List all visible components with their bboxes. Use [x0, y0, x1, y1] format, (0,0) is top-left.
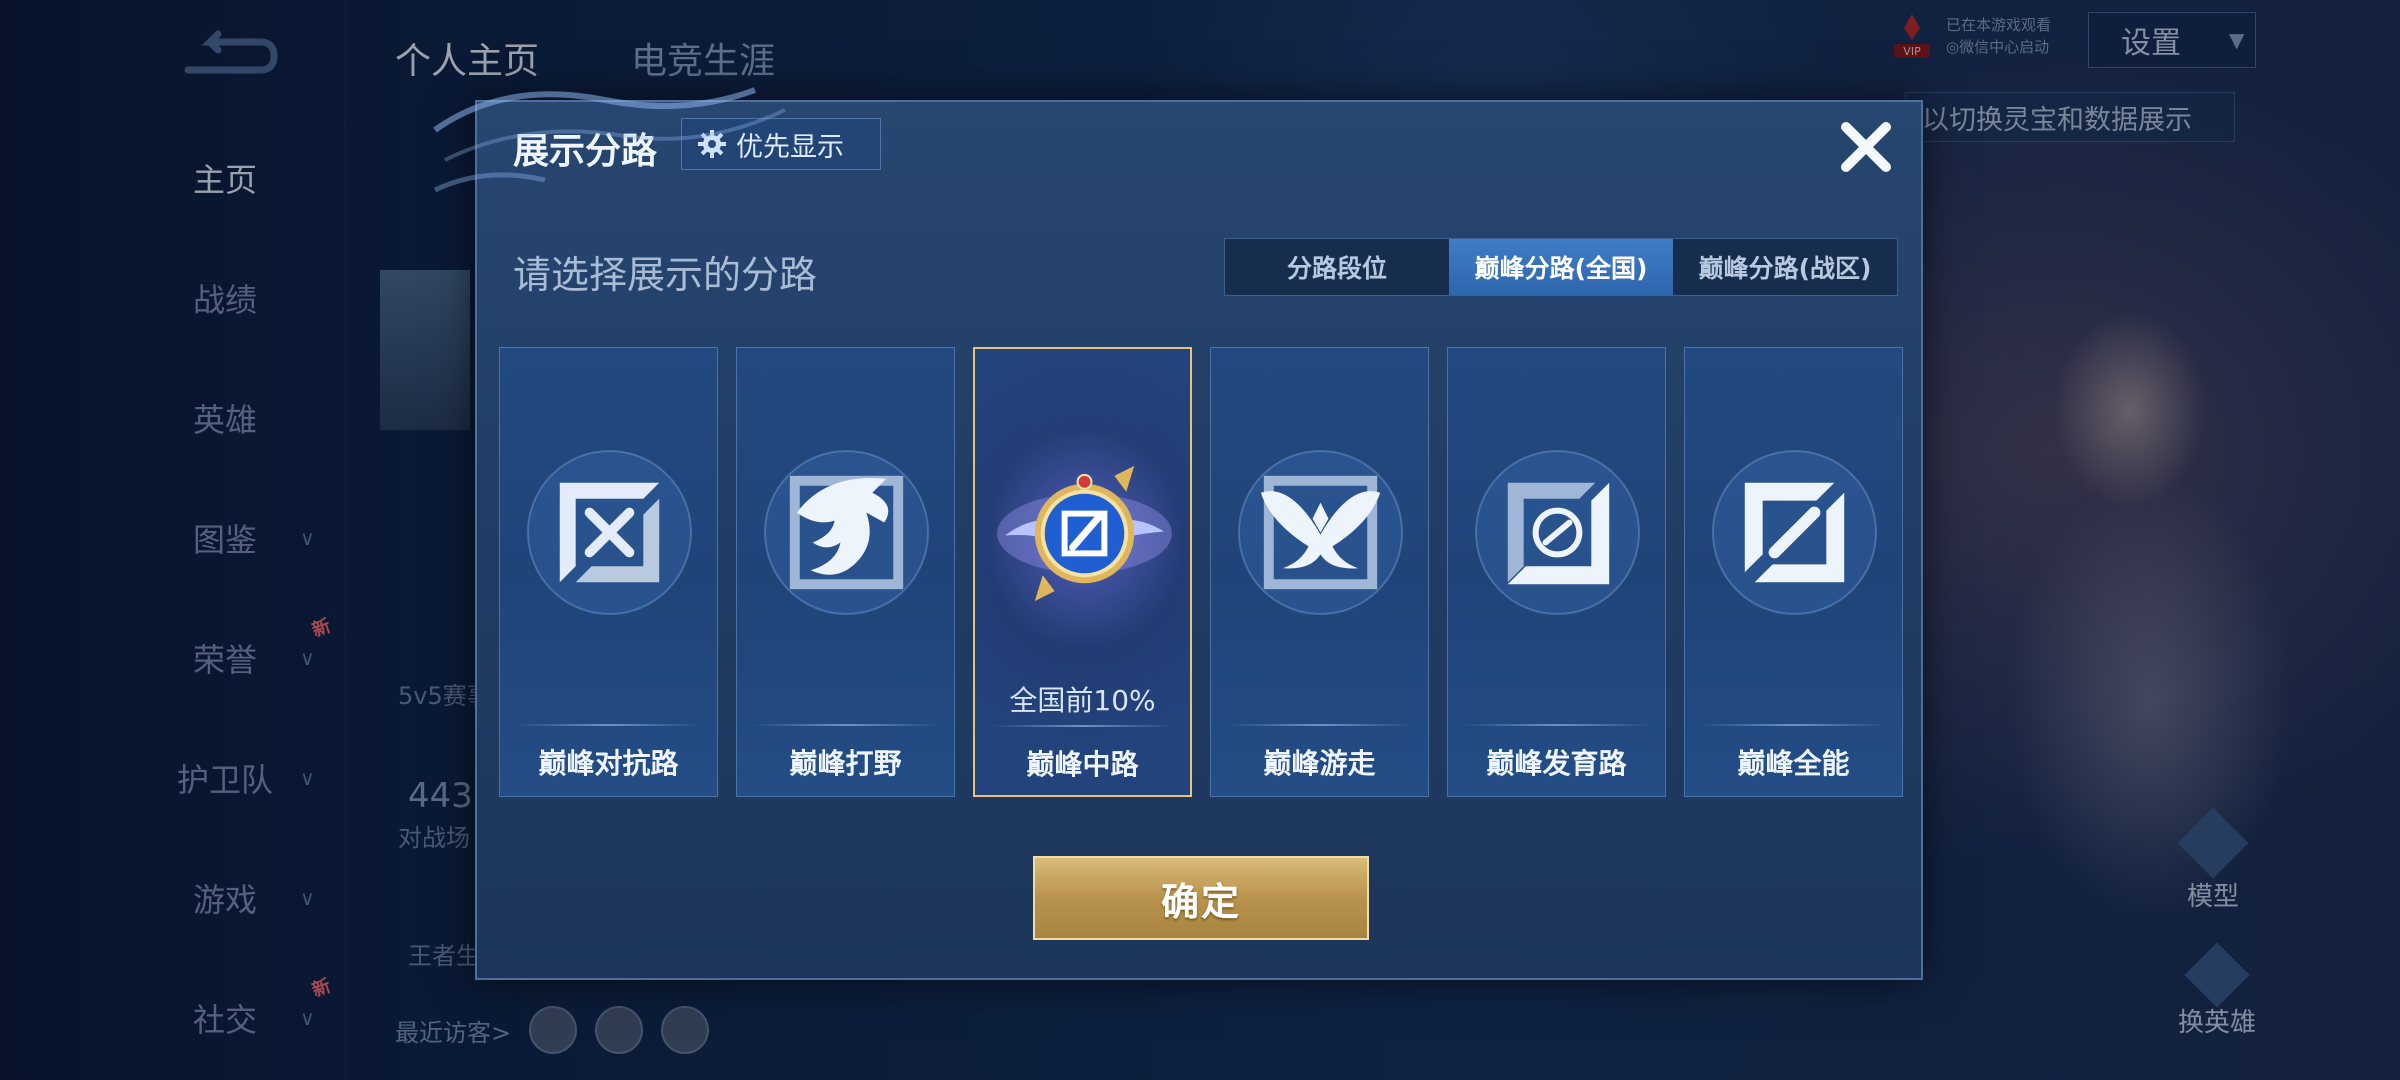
jungle-dragon-icon [763, 449, 930, 616]
tab-peak-lane-national[interactable]: 巅峰分路(全国) [1449, 239, 1673, 295]
lane-name: 巅峰中路 [1026, 748, 1139, 781]
mid-lane-emblem-icon [996, 465, 1173, 602]
lane-divider [1464, 724, 1649, 726]
roam-wings-icon [1237, 449, 1404, 616]
lane-divider [991, 725, 1174, 727]
lane-card-roam[interactable]: 巅峰游走 [1210, 347, 1429, 797]
lane-rank-text: 全国前10% [1009, 684, 1156, 717]
lane-card-all-round[interactable]: 巅峰全能 [1684, 347, 1903, 797]
gear-icon [698, 130, 726, 158]
tab-lane-rank[interactable]: 分路段位 [1225, 239, 1449, 295]
all-round-icon [1711, 449, 1878, 616]
priority-display-button[interactable]: 优先显示 [681, 118, 881, 170]
lane-divider [516, 724, 701, 726]
confirm-label: 确定 [1160, 879, 1241, 924]
priority-display-label: 优先显示 [736, 131, 844, 163]
farm-lane-icon [1474, 449, 1641, 616]
lane-divider [1227, 724, 1412, 726]
lane-name: 巅峰发育路 [1486, 747, 1627, 780]
lane-name: 巅峰游走 [1263, 747, 1376, 780]
lane-card-mid[interactable]: 全国前10% 巅峰中路 [973, 347, 1192, 797]
confirm-button[interactable]: 确定 [1033, 856, 1369, 940]
dialog-title: 展示分路 [513, 131, 658, 172]
ranking-scope-tabs: 分路段位 巅峰分路(全国) 巅峰分路(战区) [1224, 238, 1898, 296]
lane-card-clash[interactable]: 巅峰对抗路 [499, 347, 718, 797]
lane-divider [1701, 724, 1886, 726]
lane-card-farm[interactable]: 巅峰发育路 [1447, 347, 1666, 797]
clash-lane-icon [526, 449, 693, 616]
tab-peak-lane-region[interactable]: 巅峰分路(战区) [1673, 239, 1897, 295]
lane-name: 巅峰全能 [1737, 747, 1850, 780]
dialog-subtitle: 请选择展示的分路 [513, 253, 818, 297]
lane-name: 巅峰对抗路 [538, 747, 679, 780]
lane-name: 巅峰打野 [789, 747, 902, 780]
lane-divider [753, 724, 938, 726]
close-icon [1841, 122, 1891, 172]
lane-cards: 巅峰对抗路 巅峰打野 全国前10% 巅峰中路 巅峰游走 巅峰发育路 巅峰全能 [499, 347, 1903, 797]
lane-card-jungle[interactable]: 巅峰打野 [736, 347, 955, 797]
lane-display-dialog: 展示分路 优先显示 请选择展示的分路 分路段位 巅峰分路(全国) 巅峰分路(战区… [475, 100, 1923, 980]
close-button[interactable] [1833, 114, 1899, 180]
